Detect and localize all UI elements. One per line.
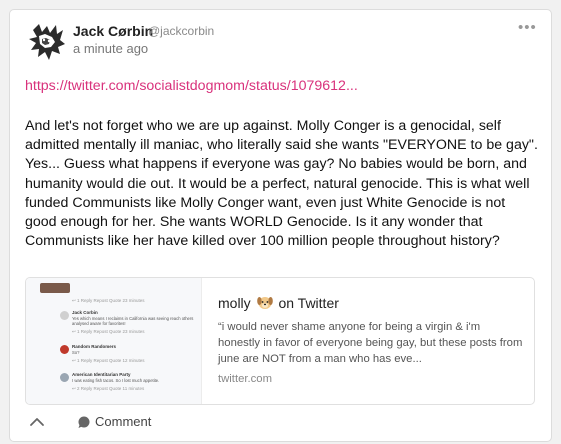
link-preview-card[interactable]: ↩ 1 Reply Repost Quote 23 minutes Jack C… — [25, 277, 535, 405]
thumb-text: So? — [72, 350, 80, 355]
preview-description: “i would never shame anyone for being a … — [218, 321, 523, 365]
comment-label: Comment — [95, 414, 152, 429]
preview-title-prefix: molly — [218, 295, 251, 311]
thumb-actions: ↩ 1 Reply Repost Quote 23 minutes — [72, 298, 145, 303]
thumb-actions: ↩ 1 Reply Repost Quote 23 minutes — [72, 329, 145, 334]
preview-title[interactable]: molly on Twitter — [218, 295, 339, 311]
post-link[interactable]: https://twitter.com/socialistdogmom/stat… — [25, 78, 358, 94]
thumb-actions: ↩ 2 Reply Repost Quote 11 minutes — [72, 386, 145, 391]
dog-face-icon — [256, 297, 273, 309]
author-name[interactable]: Jack Cørbin — [73, 23, 153, 39]
author-handle[interactable]: @jackcorbin — [148, 24, 214, 38]
thumb-image — [40, 283, 70, 293]
thumb-avatar — [60, 373, 69, 382]
preview-thumbnail: ↩ 1 Reply Repost Quote 23 minutes Jack C… — [26, 278, 202, 404]
thumb-actions: ↩ 1 Reply Repost Quote 12 minutes — [72, 358, 145, 363]
thumb-text: I was eating fish tacos. So I lost much … — [72, 378, 160, 383]
post-card: Jack Cørbin @jackcorbin a minute ago •••… — [9, 9, 552, 442]
preview-domain: twitter.com — [218, 373, 272, 385]
thumb-text: analysed aware for favorites! — [72, 321, 126, 326]
thumb-name: Random Randomers — [72, 344, 117, 349]
thumb-name: Jack Corbin — [72, 310, 98, 315]
wolf-avatar-icon — [25, 20, 69, 64]
post-text: And let's not forget who we are up again… — [25, 118, 538, 250]
preview-title-suffix: on Twitter — [278, 295, 339, 311]
more-options-button[interactable]: ••• — [518, 20, 538, 36]
collapse-button[interactable] — [29, 415, 45, 427]
avatar[interactable] — [25, 20, 69, 64]
timestamp[interactable]: a minute ago — [73, 41, 148, 56]
thumb-avatar — [60, 345, 69, 354]
speech-bubble-icon — [78, 416, 90, 428]
thumb-avatar — [60, 311, 69, 320]
chevron-up-icon — [30, 418, 44, 426]
thumb-name: American Identitarian Party — [72, 372, 131, 377]
